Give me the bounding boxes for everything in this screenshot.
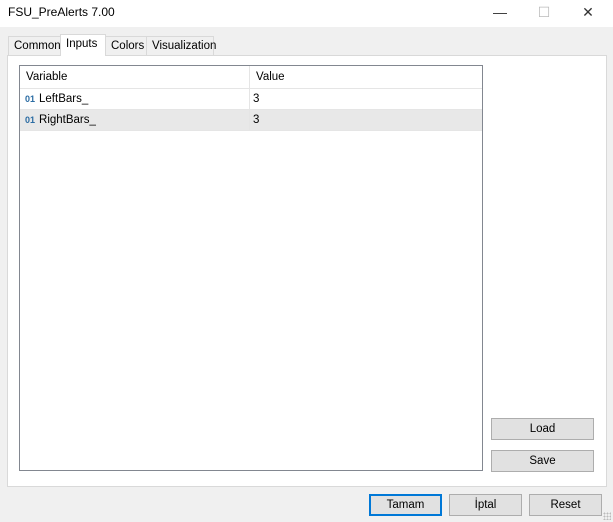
column-divider <box>249 89 250 109</box>
cancel-button[interactable]: İptal <box>449 494 522 516</box>
close-icon[interactable]: ✕ <box>566 0 610 27</box>
load-button[interactable]: Load <box>491 418 594 440</box>
ok-button[interactable]: Tamam <box>369 494 442 516</box>
table-row[interactable]: 01 LeftBars_ 3 <box>20 89 482 110</box>
tab-inputs[interactable]: Inputs <box>60 34 106 56</box>
variable-name: RightBars_ <box>39 114 96 126</box>
column-header-variable[interactable]: Variable <box>26 66 67 86</box>
inputs-grid: Variable Value 01 LeftBars_ 3 01 RightBars… <box>19 65 483 471</box>
title-bar: FSU_PreAlerts 7.00 — ☐ ✕ <box>0 0 613 27</box>
reset-button[interactable]: Reset <box>529 494 602 516</box>
column-divider <box>249 110 250 130</box>
integer-type-icon: 01 <box>25 115 36 125</box>
grid-header: Variable Value <box>20 66 482 89</box>
column-header-value[interactable]: Value <box>256 66 285 86</box>
tab-colors[interactable]: Colors <box>105 36 147 56</box>
tab-visualization[interactable]: Visualization <box>146 36 216 56</box>
maximize-icon[interactable]: ☐ <box>522 0 566 27</box>
tab-common[interactable]: Common <box>8 36 61 56</box>
variable-name: LeftBars_ <box>39 93 89 105</box>
window-title: FSU_PreAlerts 7.00 <box>8 5 115 19</box>
value-cell[interactable]: 3 <box>253 110 259 130</box>
resize-grip-icon[interactable] <box>603 512 611 520</box>
save-button[interactable]: Save <box>491 450 594 472</box>
minimize-icon[interactable]: — <box>478 0 522 27</box>
column-divider[interactable] <box>249 66 250 88</box>
table-row[interactable]: 01 RightBars_ 3 <box>20 110 482 131</box>
integer-type-icon: 01 <box>25 94 36 104</box>
value-cell[interactable]: 3 <box>253 89 259 109</box>
